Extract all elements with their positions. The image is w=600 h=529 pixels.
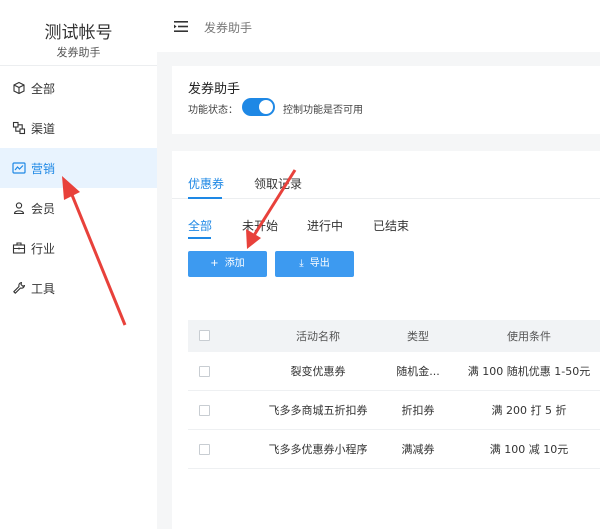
menu-fold-icon[interactable] — [174, 21, 188, 32]
cell-type: 随机金... — [396, 365, 440, 378]
export-button-label: 导出 — [309, 258, 330, 269]
tab-claim-records[interactable]: 领取记录 — [254, 175, 302, 192]
status-toggle[interactable] — [242, 98, 275, 116]
account-subtitle: 发券助手 — [56, 46, 101, 59]
account-header: 测试帐号 发券助手 — [0, 0, 157, 66]
top-bar: 发券助手 — [157, 0, 600, 52]
table-row[interactable]: 裂变优惠券 随机金... 满 100 随机优惠 1-50元 — [188, 352, 600, 391]
column-header-condition: 使用条件 — [507, 330, 551, 343]
toggle-knob — [259, 100, 273, 114]
column-header-type: 类型 — [407, 330, 429, 343]
sidebar-item-label: 行业 — [31, 242, 56, 256]
cell-name: 飞多多商城五折扣券 — [268, 404, 368, 417]
add-button[interactable]: + 添加 — [188, 251, 267, 277]
cube-icon — [13, 81, 25, 95]
sidebar-item-all[interactable]: 全部 — [0, 68, 157, 108]
sidebar: 测试帐号 发券助手 全部 渠道 营销 会员 行业 工具 — [0, 0, 157, 529]
status-label: 功能状态： — [188, 105, 238, 116]
cell-type: 折扣券 — [401, 404, 435, 417]
add-button-label: 添加 — [224, 258, 245, 269]
cell-condition: 满 200 打 5 折 — [491, 404, 567, 417]
primary-tabs: 优惠券 领取记录 — [172, 151, 600, 199]
sidebar-item-label: 渠道 — [31, 122, 56, 136]
row-checkbox[interactable] — [199, 405, 210, 416]
table-row[interactable]: 飞多多商城五折扣券 折扣券 满 200 打 5 折 — [188, 391, 600, 430]
sidebar-item-member[interactable]: 会员 — [0, 188, 157, 228]
sidebar-item-label: 会员 — [31, 202, 56, 216]
sidebar-item-channel[interactable]: 渠道 — [0, 108, 157, 148]
briefcase-icon — [12, 242, 26, 254]
cell-condition: 满 100 随机优惠 1-50元 — [467, 365, 591, 378]
sidebar-item-marketing[interactable]: 营销 — [0, 148, 157, 188]
helper-card: 发券助手 功能状态： 控制功能是否可用 — [172, 66, 600, 134]
tab-status-all[interactable]: 全部 — [188, 217, 212, 234]
table-header: 活动名称 类型 使用条件 — [188, 320, 600, 352]
tab-active-indicator — [188, 197, 222, 199]
sidebar-item-industry[interactable]: 行业 — [0, 228, 157, 268]
tab-coupons[interactable]: 优惠券 — [188, 175, 224, 192]
chart-icon — [12, 162, 26, 174]
tab-status-in-progress[interactable]: 进行中 — [307, 217, 343, 234]
tab-status-not-started[interactable]: 未开始 — [242, 217, 278, 234]
coupon-panel: 优惠券 领取记录 全部 未开始 进行中 已结束 + 添加 ⤓ 导出 活动名称 类型 … — [172, 151, 600, 529]
sidebar-item-label: 工具 — [31, 282, 56, 296]
cell-name: 飞多多优惠券小程序 — [268, 443, 368, 456]
helper-title: 发券助手 — [188, 82, 241, 97]
export-button[interactable]: ⤓ 导出 — [275, 251, 354, 277]
select-all-checkbox[interactable] — [199, 330, 210, 341]
download-icon: ⤓ — [299, 258, 304, 269]
account-name: 测试帐号 — [44, 23, 113, 43]
cell-name: 裂变优惠券 — [290, 365, 346, 378]
row-checkbox[interactable] — [199, 444, 210, 455]
status-tab-indicator — [188, 237, 211, 239]
wrench-icon — [13, 281, 26, 294]
sidebar-item-label: 营销 — [31, 162, 56, 176]
column-header-name: 活动名称 — [296, 330, 340, 343]
tab-status-ended[interactable]: 已结束 — [373, 217, 409, 234]
table-row[interactable]: 飞多多优惠券小程序 满减券 满 100 减 10元 — [188, 430, 600, 469]
channel-icon — [12, 121, 26, 135]
sidebar-item-tools[interactable]: 工具 — [0, 268, 157, 308]
sidebar-item-label: 全部 — [31, 82, 56, 96]
status-description: 控制功能是否可用 — [283, 105, 363, 116]
user-icon — [13, 202, 25, 215]
row-checkbox[interactable] — [199, 366, 210, 377]
breadcrumb: 发券助手 — [204, 21, 253, 35]
cell-type: 满减券 — [401, 443, 435, 456]
plus-icon: + — [210, 258, 219, 269]
cell-condition: 满 100 减 10元 — [489, 443, 569, 456]
